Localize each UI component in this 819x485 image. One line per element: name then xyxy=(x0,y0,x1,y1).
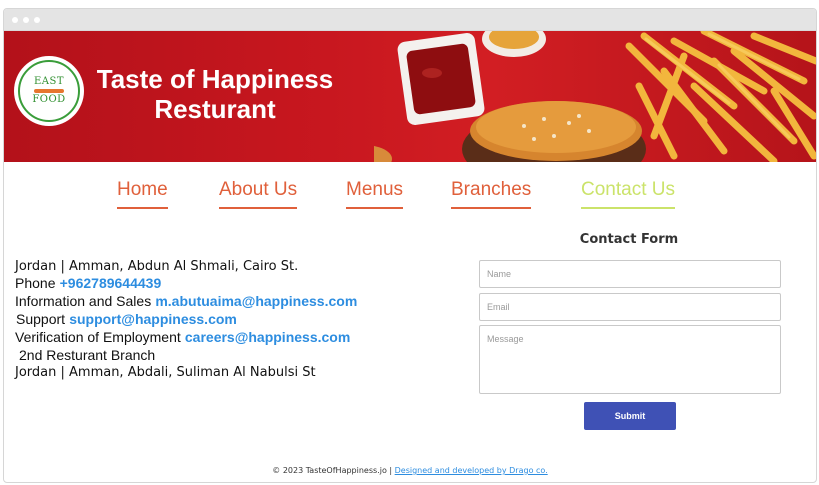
phone-link[interactable]: +962789644439 xyxy=(60,275,162,291)
burger-icon xyxy=(462,101,646,162)
ketchup-cup-icon xyxy=(397,33,485,125)
support-label: Support xyxy=(16,311,66,327)
branch2-label: 2nd Resturant Branch xyxy=(19,347,156,363)
careers-line: Verification of Employment careers@happi… xyxy=(15,329,475,347)
nav-contact-us[interactable]: Contact Us xyxy=(581,179,675,209)
support-email-link[interactable]: support@happiness.com xyxy=(69,311,237,327)
logo-text-top: EAST xyxy=(33,76,65,87)
sales-email-link[interactable]: m.abutuaima@happiness.com xyxy=(155,293,357,309)
careers-label: Verification of Employment xyxy=(15,329,181,345)
logo-text-bottom: FOOD xyxy=(32,94,66,105)
window-dot-icon xyxy=(12,17,18,23)
site-title-line2: Resturant xyxy=(154,94,276,124)
footer: © 2023 TasteOfHappiness.jo | Designed an… xyxy=(4,466,816,475)
phone-label: Phone xyxy=(15,275,56,291)
email-input[interactable]: Email xyxy=(479,293,781,321)
sales-line: Information and Sales m.abutuaima@happin… xyxy=(15,293,475,311)
window-dot-icon xyxy=(34,17,40,23)
address-branch2: Jordan | Amman, Abdali, Suliman Al Nabul… xyxy=(15,365,316,380)
fries-icon xyxy=(625,31,816,162)
sauce-cup-icon xyxy=(482,31,546,57)
sales-label: Information and Sales xyxy=(15,293,152,309)
submit-button[interactable]: Submit xyxy=(584,402,676,430)
logo-bar xyxy=(34,89,64,93)
careers-email-link[interactable]: careers@happiness.com xyxy=(185,329,350,345)
message-textarea[interactable]: Message xyxy=(479,325,781,394)
nav-menus[interactable]: Menus xyxy=(346,179,404,209)
nav-home[interactable]: Home xyxy=(117,179,168,209)
fast-food-logo-icon: EAST FOOD xyxy=(18,60,80,122)
support-line: Support support@happiness.com xyxy=(15,311,475,329)
phone-line: Phone +962789644439 xyxy=(15,275,475,293)
name-input[interactable]: Name xyxy=(479,260,781,288)
header-banner: EAST FOOD Taste of Happiness Resturant xyxy=(4,31,816,162)
nugget-icon xyxy=(374,145,392,162)
footer-credit-link[interactable]: Designed and developed by Drago co. xyxy=(395,466,548,475)
nav-branches[interactable]: Branches xyxy=(451,179,532,209)
site-title: Taste of Happiness Resturant xyxy=(90,64,340,124)
nav-about-us[interactable]: About Us xyxy=(219,179,298,209)
browser-window: EAST FOOD Taste of Happiness Resturant H… xyxy=(3,8,817,483)
contact-info: Jordan | Amman, Abdun Al Shmali, Cairo S… xyxy=(15,258,475,381)
address-main: Jordan | Amman, Abdun Al Shmali, Cairo S… xyxy=(15,259,299,274)
restaurant-logo[interactable]: EAST FOOD xyxy=(14,56,84,126)
contact-form-title: Contact Form xyxy=(579,232,679,247)
window-titlebar xyxy=(4,9,816,31)
footer-copyright: © 2023 TasteOfHappiness.jo | xyxy=(272,466,393,475)
window-dot-icon xyxy=(23,17,29,23)
food-banner-image xyxy=(374,31,816,162)
site-title-line1: Taste of Happiness xyxy=(96,64,334,94)
main-nav: Home About Us Menus Branches Contact Us xyxy=(4,179,816,219)
